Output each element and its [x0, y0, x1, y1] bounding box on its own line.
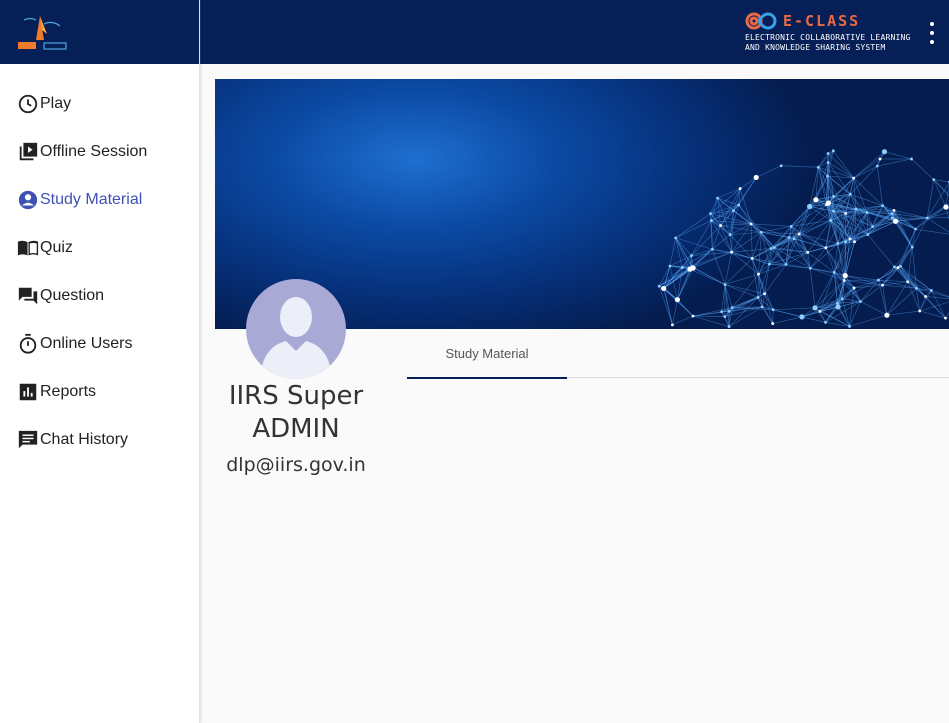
isro-logo[interactable] [14, 10, 70, 54]
timer-icon [17, 333, 39, 355]
account-circle-icon [17, 189, 39, 211]
bar-chart-icon [17, 381, 39, 403]
book-icon [17, 237, 39, 259]
video-library-icon [17, 141, 39, 163]
brand-subtitle-line1: ELECTRONIC COLLABORATIVE LEARNING [745, 33, 911, 42]
brand-title: E-CLASS [783, 12, 861, 30]
sidebar-item-label: Play [40, 95, 72, 112]
infinity-logo-icon [745, 12, 777, 30]
profile-email: dlp@iirs.gov.in [226, 454, 366, 476]
app-root: Play Offline Session Study Material Quiz [0, 0, 949, 723]
sidebar-nav: Play Offline Session Study Material Quiz [0, 64, 199, 464]
sidebar-item-label: Chat History [40, 431, 129, 448]
sidebar-item-label: Offline Session [40, 143, 148, 160]
sidebar-item-chat-history[interactable]: Chat History [0, 416, 199, 464]
more-vert-button[interactable] [927, 22, 937, 44]
more-vert-icon [930, 31, 934, 35]
sidebar-item-offline-session[interactable]: Offline Session [0, 128, 199, 176]
sidebar-item-reports[interactable]: Reports [0, 368, 199, 416]
eclass-brand-logo[interactable]: E-CLASS ELECTRONIC COLLABORATIVE LEARNIN… [745, 11, 915, 55]
chat-icon [17, 429, 39, 451]
sidebar-item-label: Study Material [40, 191, 143, 208]
clock-icon [17, 93, 39, 115]
sidebar-item-label: Quiz [40, 239, 73, 256]
more-vert-icon [930, 22, 934, 26]
brand-subtitle-line2: AND KNOWLEDGE SHARING SYSTEM [745, 43, 886, 52]
sidebar-item-online-users[interactable]: Online Users [0, 320, 199, 368]
sidebar-header [0, 0, 199, 64]
sidebar-item-play[interactable]: Play [0, 80, 199, 128]
more-vert-icon [930, 40, 934, 44]
sidebar-item-study-material[interactable]: Study Material [0, 176, 199, 224]
top-app-bar: E-CLASS ELECTRONIC COLLABORATIVE LEARNIN… [200, 0, 949, 64]
profile-name: IIRS Super ADMIN [228, 381, 364, 444]
brand-subtitle: ELECTRONIC COLLABORATIVE LEARNING AND KN… [745, 33, 911, 53]
sidebar-item-label: Reports [40, 383, 97, 400]
avatar[interactable] [246, 279, 346, 379]
sidebar: Play Offline Session Study Material Quiz [0, 0, 200, 723]
isro-logo-graphic [18, 16, 67, 50]
tab-study-material[interactable]: Study Material [407, 329, 567, 379]
forum-icon [17, 285, 39, 307]
person-placeholder-icon [260, 297, 332, 379]
sidebar-item-label: Online Users [40, 335, 133, 352]
profile-tabs: Study Material [407, 329, 949, 379]
sidebar-item-question[interactable]: Question [0, 272, 199, 320]
sidebar-item-label: Question [40, 287, 105, 304]
sidebar-item-quiz[interactable]: Quiz [0, 224, 199, 272]
